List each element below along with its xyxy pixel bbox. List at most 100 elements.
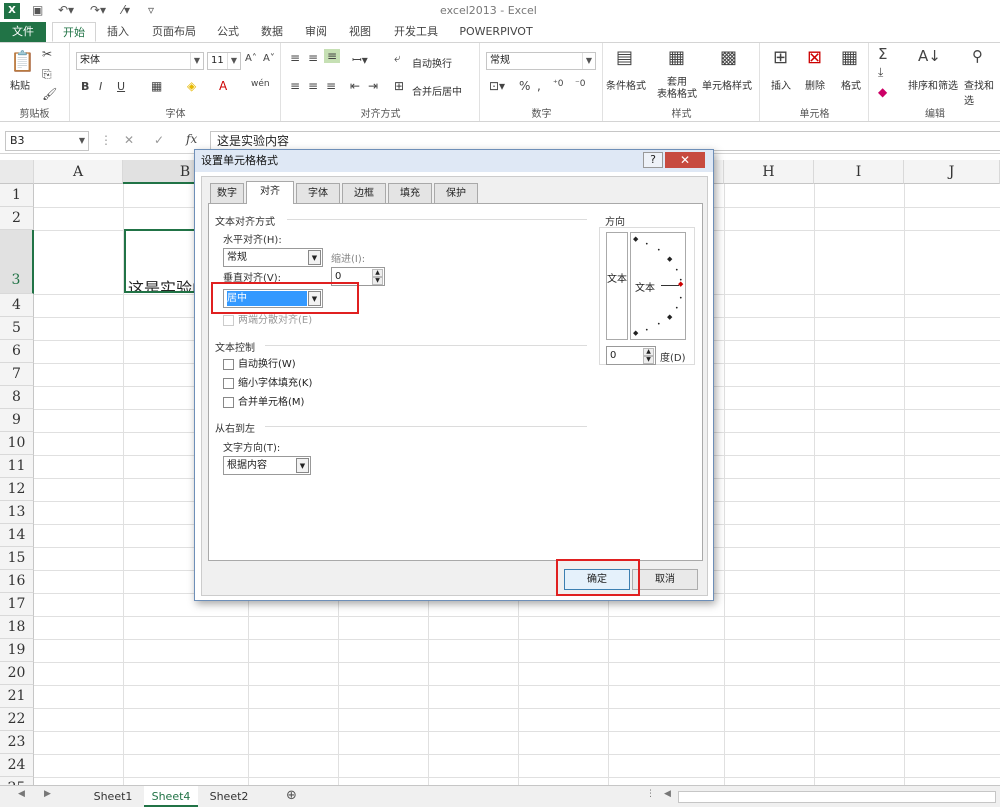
chevron-down-icon[interactable]: ▼ xyxy=(227,53,240,69)
row-header-14[interactable]: 14 xyxy=(0,524,34,547)
more-sheets-icon[interactable]: ⋮ xyxy=(646,789,655,799)
tab-insert[interactable]: 插入 xyxy=(100,22,136,42)
column-header-j[interactable]: J xyxy=(904,160,1000,184)
clear-icon[interactable]: ◆ xyxy=(878,85,887,99)
underline-button[interactable]: U xyxy=(117,80,125,93)
align-right-icon[interactable]: ≡ xyxy=(326,79,336,93)
orientation-icon[interactable]: ꟷ▾ xyxy=(352,51,368,68)
accounting-icon[interactable]: ⊡▾ xyxy=(489,79,505,93)
shrink-to-fit-checkbox[interactable]: 缩小字体填充(K) xyxy=(223,378,312,390)
row-header-12[interactable]: 12 xyxy=(0,478,34,501)
chevron-down-icon[interactable]: ▼ xyxy=(296,458,309,473)
row-header-9[interactable]: 9 xyxy=(0,409,34,432)
align-top-icon[interactable]: ≡ xyxy=(290,51,300,65)
merge-center-button[interactable]: 合并后居中 xyxy=(412,83,462,98)
format-cells-button[interactable]: 格式 xyxy=(841,77,861,92)
row-header-5[interactable]: 5 xyxy=(0,317,34,340)
format-cells-icon[interactable]: ▦ xyxy=(841,47,858,68)
row-header-21[interactable]: 21 xyxy=(0,685,34,708)
enter-icon[interactable]: ✓ xyxy=(154,133,164,147)
spin-down-icon[interactable]: ▼ xyxy=(372,277,383,285)
row-header-10[interactable]: 10 xyxy=(0,432,34,455)
paste-icon[interactable]: 📋 xyxy=(10,49,35,73)
tab-border[interactable]: 边框 xyxy=(342,183,386,203)
autosum-icon[interactable]: Σ xyxy=(878,45,887,63)
spin-down-icon[interactable]: ▼ xyxy=(643,356,654,364)
tab-file[interactable]: 文件 xyxy=(0,22,46,42)
vertical-text-button[interactable]: 文本 xyxy=(606,232,628,340)
hscroll-left-icon[interactable]: ◀ xyxy=(664,789,671,799)
sheet-tab-sheet1[interactable]: Sheet1 xyxy=(86,786,140,807)
copy-icon[interactable]: ⎘ xyxy=(42,67,52,82)
row-header-19[interactable]: 19 xyxy=(0,639,34,662)
row-header-17[interactable]: 17 xyxy=(0,593,34,616)
brush-icon[interactable]: ⁄▾ xyxy=(122,3,130,17)
row-header-6[interactable]: 6 xyxy=(0,340,34,363)
tab-fill[interactable]: 填充 xyxy=(388,183,432,203)
text-direction-select[interactable]: 根据内容 ▼ xyxy=(223,456,311,475)
column-header-h[interactable]: H xyxy=(724,160,814,184)
row-header-18[interactable]: 18 xyxy=(0,616,34,639)
format-painter-icon[interactable]: 🖌 xyxy=(42,87,57,101)
orientation-dial[interactable]: ◆ • • ◆ • • 文本 ◆ • • ◆ • • ◆ xyxy=(630,232,686,340)
help-button[interactable]: ? xyxy=(643,152,663,168)
row-header-4[interactable]: 4 xyxy=(0,294,34,317)
delete-cells-icon[interactable]: ⊠ xyxy=(807,47,822,68)
row-header-24[interactable]: 24 xyxy=(0,754,34,777)
tab-protection[interactable]: 保护 xyxy=(434,183,478,203)
format-as-table-button[interactable]: 套用 表格格式 xyxy=(652,77,702,101)
tab-page-layout[interactable]: 页面布局 xyxy=(146,22,202,42)
find-select-icon[interactable]: ⚲ xyxy=(972,47,983,65)
undo-icon[interactable]: ↶▾ xyxy=(58,3,74,17)
tab-view[interactable]: 视图 xyxy=(342,22,378,42)
decrease-decimal-icon[interactable]: ⁻0 xyxy=(575,79,585,89)
insert-cells-icon[interactable]: ⊞ xyxy=(773,47,788,68)
scroll-right-icon[interactable]: ▶ xyxy=(44,789,51,799)
tab-review[interactable]: 审阅 xyxy=(298,22,334,42)
sheet-tab-sheet4[interactable]: Sheet4 xyxy=(144,786,198,807)
find-select-button[interactable]: 查找和选 xyxy=(964,77,1000,107)
cancel-icon[interactable]: ✕ xyxy=(124,133,134,147)
cell-styles-button[interactable]: 单元格样式 xyxy=(702,77,752,92)
row-header-2[interactable]: 2 xyxy=(0,207,34,230)
tab-font[interactable]: 字体 xyxy=(296,183,340,203)
row-header-25[interactable]: 25 xyxy=(0,777,34,785)
column-header-i[interactable]: I xyxy=(814,160,904,184)
italic-button[interactable]: I xyxy=(99,80,102,93)
horizontal-align-select[interactable]: 常规 ▼ xyxy=(223,248,323,267)
wrap-text-icon[interactable]: ⤶ xyxy=(394,51,401,66)
sort-filter-button[interactable]: 排序和筛选 xyxy=(908,77,958,92)
redo-icon[interactable]: ↷▾ xyxy=(90,3,106,17)
wrap-text-button[interactable]: 自动换行 xyxy=(412,55,452,70)
distributed-checkbox[interactable]: 两端分散对齐(E) xyxy=(223,315,312,327)
fill-color-icon[interactable]: ◈ xyxy=(187,79,196,93)
tab-formulas[interactable]: 公式 xyxy=(210,22,246,42)
sheet-tab-sheet2[interactable]: Sheet2 xyxy=(202,786,256,807)
font-color-icon[interactable]: A xyxy=(219,79,227,93)
align-center-icon[interactable]: ≡ xyxy=(308,79,318,93)
customize-quick-access-icon[interactable]: ▿ xyxy=(148,3,154,17)
align-middle-icon[interactable]: ≡ xyxy=(308,51,318,65)
delete-cells-button[interactable]: 删除 xyxy=(805,77,825,92)
row-header-8[interactable]: 8 xyxy=(0,386,34,409)
formula-input[interactable]: 这是实验内容 xyxy=(210,131,1000,151)
phonetic-icon[interactable]: wén xyxy=(251,79,270,89)
number-format-combo[interactable]: 常规 ▼ xyxy=(486,52,596,70)
horizontal-scrollbar[interactable] xyxy=(678,791,996,803)
column-header-a[interactable]: A xyxy=(34,160,123,184)
percent-icon[interactable]: % xyxy=(519,79,530,93)
sort-filter-icon[interactable]: A↓ xyxy=(918,47,941,65)
spin-up-icon[interactable]: ▲ xyxy=(643,348,654,356)
row-header-15[interactable]: 15 xyxy=(0,547,34,570)
font-size-combo[interactable]: 11 ▼ xyxy=(207,52,241,70)
tab-alignment[interactable]: 对齐 xyxy=(246,181,294,204)
paste-button[interactable]: 粘贴 xyxy=(10,77,30,92)
wrap-text-checkbox[interactable]: 自动换行(W) xyxy=(223,359,296,371)
grow-font-icon[interactable]: A˄ xyxy=(245,53,257,64)
align-bottom-icon[interactable]: ≡ xyxy=(324,49,341,63)
fill-icon[interactable]: ⤓ xyxy=(878,65,883,80)
chevron-down-icon[interactable]: ▼ xyxy=(308,250,321,265)
row-header-11[interactable]: 11 xyxy=(0,455,34,478)
degree-spinner[interactable]: 0 ▲ ▼ xyxy=(606,346,656,365)
chevron-down-icon[interactable]: ▼ xyxy=(582,53,595,69)
